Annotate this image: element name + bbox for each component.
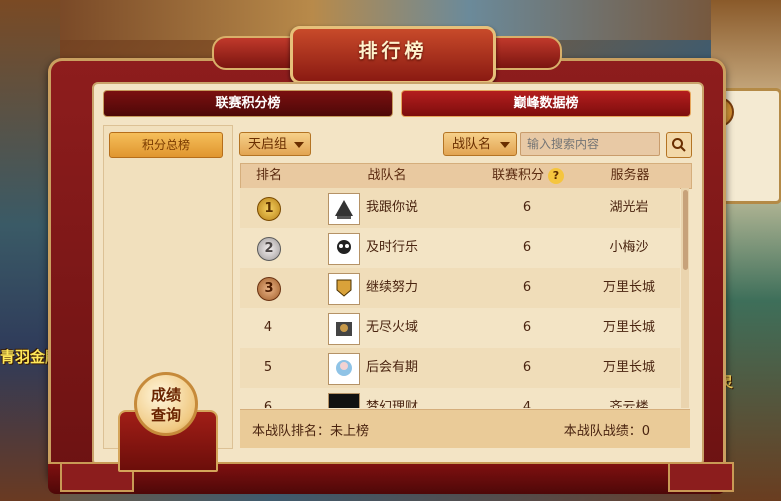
team-server: 万里长城 (602, 280, 655, 295)
chevron-down-icon (294, 142, 304, 148)
my-team-record: 本战队战绩：0 (563, 424, 650, 439)
rank-number: 6 (263, 400, 273, 408)
table-row[interactable]: 4 无尽火域 6 万里长城 (240, 308, 680, 348)
team-points: 6 (522, 200, 532, 215)
table-row[interactable]: 5 后会有期 6 万里长城 (240, 348, 680, 388)
team-points: 6 (522, 320, 532, 335)
table-header: 排名 战队名 联赛积分? 服务器 (240, 163, 692, 189)
group-dropdown[interactable]: 天启组 (239, 132, 311, 156)
column-header-server: 服务器 (610, 168, 650, 183)
team-name: 继续努力 (366, 280, 419, 295)
rank-number: 5 (263, 360, 273, 375)
team-avatar (328, 193, 360, 225)
team-name: 后会有期 (366, 360, 419, 375)
team-server: 齐云楼 (609, 400, 649, 408)
team-avatar (328, 393, 360, 408)
team-server: 万里长城 (602, 360, 655, 375)
search-input[interactable] (520, 132, 660, 156)
team-server: 湖光岩 (609, 200, 649, 215)
bronze-medal-icon: 3 (257, 277, 281, 301)
table-row[interactable]: 2 及时行乐 6 小梅沙 (240, 228, 680, 268)
table-row[interactable]: 6 梦幻理财 4 齐云楼 (240, 388, 680, 408)
team-avatar (328, 353, 360, 385)
chevron-down-icon (500, 142, 510, 148)
column-header-points: 联赛积分? (477, 164, 579, 188)
team-server: 万里长城 (602, 320, 655, 335)
scrollbar-thumb[interactable] (683, 190, 688, 270)
team-points: 6 (522, 280, 532, 295)
search-icon (672, 138, 686, 152)
table-row[interactable]: 1 我跟你说 6 湖光岩 (240, 188, 680, 228)
panel-title: 排行榜 (358, 40, 428, 62)
team-name: 及时行乐 (366, 240, 419, 255)
search-button[interactable] (666, 132, 692, 158)
column-header-rank: 排名 (255, 168, 282, 183)
team-points: 4 (522, 400, 532, 408)
gold-medal-icon: 1 (257, 197, 281, 221)
table-row[interactable]: 3 继续努力 6 万里长城 (240, 268, 680, 308)
team-name: 梦幻理财 (366, 400, 419, 408)
ranking-list: 1 我跟你说 6 湖光岩 2 及时行乐 6 小梅沙 3 继续努力 6 万里长城 … (240, 188, 680, 408)
score-query-button[interactable]: 成绩 查询 (134, 372, 198, 436)
team-status-bar: 本战队排名：未上榜 本战队战绩：0 (240, 409, 690, 448)
search-type-value: 战队名 (452, 137, 492, 152)
score-query-line2: 查询 (150, 406, 181, 424)
rank-number: 4 (263, 320, 273, 335)
group-dropdown-value: 天启组 (248, 137, 288, 152)
team-name: 无尽火域 (366, 320, 419, 335)
team-points: 6 (522, 360, 532, 375)
column-header-team: 战队名 (367, 168, 407, 183)
team-avatar (328, 313, 360, 345)
tab-peak-data[interactable]: 巅峰数据榜 (401, 90, 691, 117)
help-icon[interactable]: ? (548, 168, 564, 184)
team-avatar (328, 233, 360, 265)
score-query-line1: 成绩 (150, 386, 181, 404)
frame-corner-right (668, 462, 734, 492)
team-points: 6 (522, 240, 532, 255)
team-server: 小梅沙 (609, 240, 649, 255)
column-header-points-label: 联赛积分 (491, 168, 544, 183)
team-name: 我跟你说 (366, 200, 419, 215)
my-team-rank: 本战队排名：未上榜 (252, 424, 370, 439)
silver-medal-icon: 2 (257, 237, 281, 261)
tab-league-points[interactable]: 联赛积分榜 (103, 90, 393, 117)
search-type-dropdown[interactable]: 战队名 (443, 132, 517, 156)
sidebar-item-total-points[interactable]: 积分总榜 (109, 132, 223, 158)
team-avatar (328, 273, 360, 305)
